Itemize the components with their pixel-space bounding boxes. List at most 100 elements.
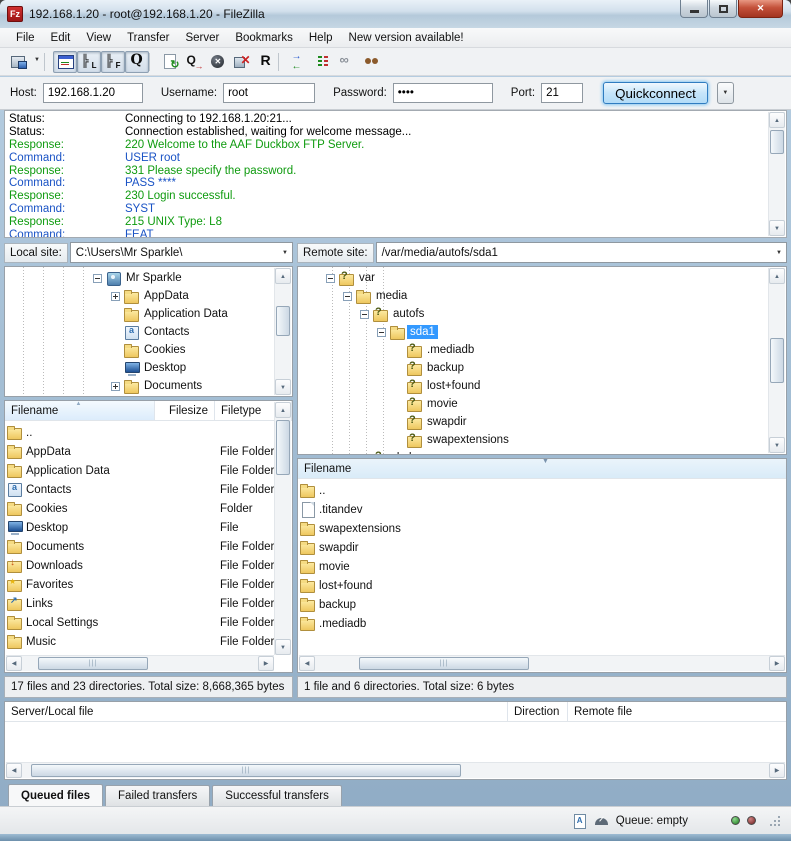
toolbar-button[interactable]: [101, 51, 125, 73]
queue-tab[interactable]: Queued files: [8, 784, 103, 806]
tree-node[interactable]: Documents: [5, 377, 292, 395]
remote-site-combobox[interactable]: /var/media/autofs/sda1 ▼: [376, 242, 787, 263]
toolbar-button[interactable]: [311, 51, 335, 73]
menu-item[interactable]: Bookmarks: [227, 30, 301, 46]
tree-expander-icon[interactable]: [93, 274, 102, 283]
file-row[interactable]: .mediadb: [299, 614, 785, 633]
tree-node[interactable]: var: [298, 269, 786, 287]
tree-node[interactable]: dvd: [298, 449, 786, 455]
menu-item[interactable]: Server: [177, 30, 227, 46]
tree-expander-icon[interactable]: [326, 274, 335, 283]
file-row[interactable]: Contacts File Folder: [6, 480, 274, 499]
toolbar-button[interactable]: [30, 51, 44, 73]
scroll-left-icon[interactable]: ◀: [6, 763, 22, 778]
toolbar-button[interactable]: [53, 51, 77, 73]
scroll-down-icon[interactable]: ▼: [769, 437, 785, 453]
toolbar-button[interactable]: [254, 51, 278, 73]
file-row[interactable]: .titandev: [299, 500, 785, 519]
remote-tree-scrollbar[interactable]: ▲ ▼: [768, 268, 785, 453]
resize-grip[interactable]: [769, 815, 781, 827]
toolbar-button[interactable]: [230, 51, 254, 73]
log-vertical-scrollbar[interactable]: ▲ ▼: [768, 112, 785, 236]
scroll-right-icon[interactable]: ▶: [258, 656, 274, 671]
file-row[interactable]: movie: [299, 557, 785, 576]
scrollbar-thumb[interactable]: [276, 420, 290, 475]
tree-node[interactable]: Contacts: [5, 323, 292, 341]
file-row[interactable]: Favorites File Folder: [6, 575, 274, 594]
menu-item[interactable]: Transfer: [119, 30, 177, 46]
username-input[interactable]: [223, 83, 315, 103]
local-list-horizontal-scrollbar[interactable]: ◀ ||| ▶: [6, 655, 274, 671]
scroll-up-icon[interactable]: ▲: [275, 268, 291, 284]
tree-node[interactable]: swapdir: [298, 413, 786, 431]
quickconnect-button[interactable]: Quickconnect: [603, 82, 708, 104]
scrollbar-thumb[interactable]: [770, 338, 784, 383]
file-row[interactable]: Desktop File: [6, 518, 274, 537]
menu-item[interactable]: View: [78, 30, 119, 46]
quickconnect-dropdown-button[interactable]: ▼: [717, 82, 734, 104]
tree-expander-icon[interactable]: [111, 292, 120, 301]
file-row[interactable]: Documents File Folder: [6, 537, 274, 556]
scroll-left-icon[interactable]: ◀: [6, 656, 22, 671]
scrollbar-thumb[interactable]: |||: [359, 657, 529, 670]
scroll-right-icon[interactable]: ▶: [769, 763, 785, 778]
scrollbar-thumb[interactable]: |||: [31, 764, 461, 777]
toolbar-button[interactable]: [278, 51, 287, 73]
toolbar-button[interactable]: [44, 51, 53, 73]
tree-node[interactable]: Cookies: [5, 341, 292, 359]
tree-node[interactable]: Downloads: [5, 395, 292, 397]
tree-node[interactable]: Mr Sparkle: [5, 269, 292, 287]
tree-expander-icon[interactable]: [111, 382, 120, 391]
toolbar-button[interactable]: [6, 51, 30, 73]
tree-expander-icon[interactable]: [343, 292, 352, 301]
file-row[interactable]: AppData File Folder: [6, 442, 274, 461]
file-row[interactable]: Application Data File Folder: [6, 461, 274, 480]
toolbar-button[interactable]: [287, 51, 311, 73]
scroll-up-icon[interactable]: ▲: [769, 268, 785, 284]
column-header-filesize[interactable]: Filesize: [155, 401, 215, 420]
tree-node[interactable]: Application Data: [5, 305, 292, 323]
file-row[interactable]: ..: [6, 423, 274, 442]
tree-node[interactable]: movie: [298, 395, 786, 413]
menu-item[interactable]: New version available!: [341, 30, 472, 46]
scrollbar-thumb[interactable]: [770, 130, 784, 154]
local-list-vertical-scrollbar[interactable]: ▲ ▼: [274, 402, 291, 655]
menu-item[interactable]: Help: [301, 30, 341, 46]
toolbar-button[interactable]: [125, 51, 149, 73]
toolbar-button[interactable]: [158, 51, 182, 73]
tree-node[interactable]: Desktop: [5, 359, 292, 377]
scroll-up-icon[interactable]: ▲: [769, 112, 785, 128]
file-row[interactable]: Music File Folder: [6, 632, 274, 651]
password-input[interactable]: [393, 83, 493, 103]
menu-item[interactable]: File: [8, 30, 43, 46]
column-header-remote-file[interactable]: Remote file: [567, 702, 786, 721]
file-row[interactable]: Downloads File Folder: [6, 556, 274, 575]
toolbar-button[interactable]: [335, 51, 359, 73]
menu-item[interactable]: Edit: [43, 30, 79, 46]
tree-node[interactable]: sda1: [298, 323, 786, 341]
local-tree-scrollbar[interactable]: ▲ ▼: [274, 268, 291, 395]
file-row[interactable]: ..: [299, 481, 785, 500]
minimize-button[interactable]: [680, 0, 708, 18]
file-row[interactable]: lost+found: [299, 576, 785, 595]
tree-node[interactable]: backup: [298, 359, 786, 377]
tree-node[interactable]: autofs: [298, 305, 786, 323]
file-row[interactable]: Links File Folder: [6, 594, 274, 613]
scroll-down-icon[interactable]: ▼: [275, 639, 291, 655]
tree-node[interactable]: swapextensions: [298, 431, 786, 449]
tree-node[interactable]: .mediadb: [298, 341, 786, 359]
toolbar-button[interactable]: [359, 51, 383, 73]
file-row[interactable]: Cookies Folder: [6, 499, 274, 518]
tree-expander-icon[interactable]: [360, 310, 369, 319]
file-row[interactable]: Local Settings File Folder: [6, 613, 274, 632]
toolbar-button[interactable]: [182, 51, 206, 73]
scrollbar-thumb[interactable]: [276, 306, 290, 336]
remote-list-horizontal-scrollbar[interactable]: ◀ ||| ▶: [299, 655, 785, 671]
column-header-filename[interactable]: Filename: [298, 459, 786, 478]
file-row[interactable]: swapextensions: [299, 519, 785, 538]
close-button[interactable]: ✕: [738, 0, 783, 18]
host-input[interactable]: [43, 83, 143, 103]
scroll-left-icon[interactable]: ◀: [299, 656, 315, 671]
file-row[interactable]: backup: [299, 595, 785, 614]
queue-horizontal-scrollbar[interactable]: ◀ ||| ▶: [6, 762, 785, 778]
